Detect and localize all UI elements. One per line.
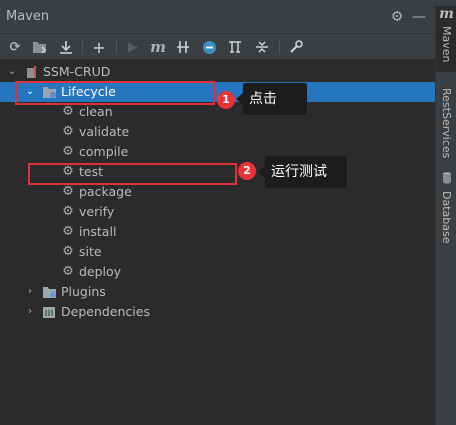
side-tab-maven[interactable]: m Maven	[436, 6, 456, 72]
goal-label: package	[79, 184, 132, 199]
maven-m-icon: m	[439, 6, 454, 22]
tree-item-project[interactable]: ⌄ SSM-CRUD	[0, 62, 435, 82]
collapse-all-icon[interactable]	[253, 38, 271, 56]
tree-item-goal[interactable]: ⚙ clean	[0, 102, 435, 122]
gear-icon: ⚙	[62, 264, 74, 279]
skip-tests-icon[interactable]	[200, 38, 218, 56]
tree-item-dependencies[interactable]: › Dependencies	[0, 302, 435, 322]
add-icon[interactable]: +	[90, 38, 108, 57]
side-tab-label: Maven	[440, 26, 453, 63]
tree-item-goal[interactable]: ⚙ verify	[0, 202, 435, 222]
panel-title: Maven	[6, 9, 50, 24]
side-tab-label: Database	[440, 191, 453, 244]
toggle-offline-icon[interactable]	[174, 38, 192, 56]
tree-item-goal[interactable]: ⚙ install	[0, 222, 435, 242]
side-tab-restservices[interactable]: RestServices	[436, 88, 456, 160]
download-icon[interactable]	[57, 38, 75, 56]
tree-item-plugins[interactable]: › Plugins	[0, 282, 435, 302]
maven-goal-icon[interactable]: m	[149, 38, 167, 56]
step-badge-2: 2	[238, 162, 256, 180]
tree-item-goal[interactable]: ⚙ deploy	[0, 262, 435, 282]
gear-icon: ⚙	[62, 144, 74, 159]
tree-item-goal[interactable]: ⚙ site	[0, 242, 435, 262]
goal-label: clean	[79, 104, 113, 119]
gear-icon: ⚙	[62, 184, 74, 199]
generate-sources-icon[interactable]	[31, 38, 49, 56]
plugins-label: Plugins	[61, 284, 106, 299]
tree-item-goal[interactable]: ⚙ validate	[0, 122, 435, 142]
callout-run-tests: 运行测试	[258, 156, 347, 188]
step-badge-1: 1	[217, 91, 235, 109]
maven-project-icon	[26, 65, 40, 79]
plugins-folder-icon	[42, 285, 56, 299]
dependencies-icon	[42, 305, 56, 319]
gear-icon: ⚙	[62, 224, 74, 239]
dependencies-label: Dependencies	[61, 304, 150, 319]
tree-item-goal[interactable]: ⚙ package	[0, 182, 435, 202]
goal-label: deploy	[79, 264, 122, 279]
callout-click: 点击	[236, 83, 307, 115]
show-dependencies-icon[interactable]	[226, 38, 244, 56]
toolbar: ⟳ + ▶ m	[0, 34, 435, 60]
tool-window-strip: m Maven RestServices Database	[435, 0, 456, 425]
tree-item-goal[interactable]: ⚙ compile	[0, 142, 435, 162]
gear-icon: ⚙	[62, 244, 74, 259]
highlight-box-test	[28, 163, 237, 185]
chevron-down-icon[interactable]: ⌄	[6, 64, 18, 80]
goal-label: install	[79, 224, 117, 239]
side-tab-label: RestServices	[440, 88, 453, 159]
gear-icon: ⚙	[62, 204, 74, 219]
project-label: SSM-CRUD	[43, 64, 111, 79]
chevron-right-icon[interactable]: ›	[24, 304, 36, 320]
run-icon[interactable]: ▶	[124, 38, 142, 56]
goal-label: validate	[79, 124, 130, 139]
highlight-box-lifecycle	[15, 81, 215, 105]
title-bar: Maven ⚙ —	[0, 0, 435, 34]
chevron-right-icon[interactable]: ›	[24, 284, 36, 300]
minimize-icon[interactable]: —	[411, 9, 427, 25]
settings-gear-icon[interactable]: ⚙	[389, 9, 405, 25]
goal-label: site	[79, 244, 102, 259]
refresh-icon[interactable]: ⟳	[6, 38, 24, 56]
database-icon	[436, 172, 456, 187]
wrench-settings-icon[interactable]	[287, 38, 305, 56]
goal-label: verify	[79, 204, 115, 219]
maven-panel: Maven ⚙ — ⟳ + ▶ m ⌄ SSM-CRUD ⌄ Lifecycle…	[0, 0, 435, 425]
gear-icon: ⚙	[62, 124, 74, 139]
gear-icon: ⚙	[62, 104, 74, 119]
goal-label: compile	[79, 144, 129, 159]
side-tab-database[interactable]: Database	[436, 172, 456, 244]
